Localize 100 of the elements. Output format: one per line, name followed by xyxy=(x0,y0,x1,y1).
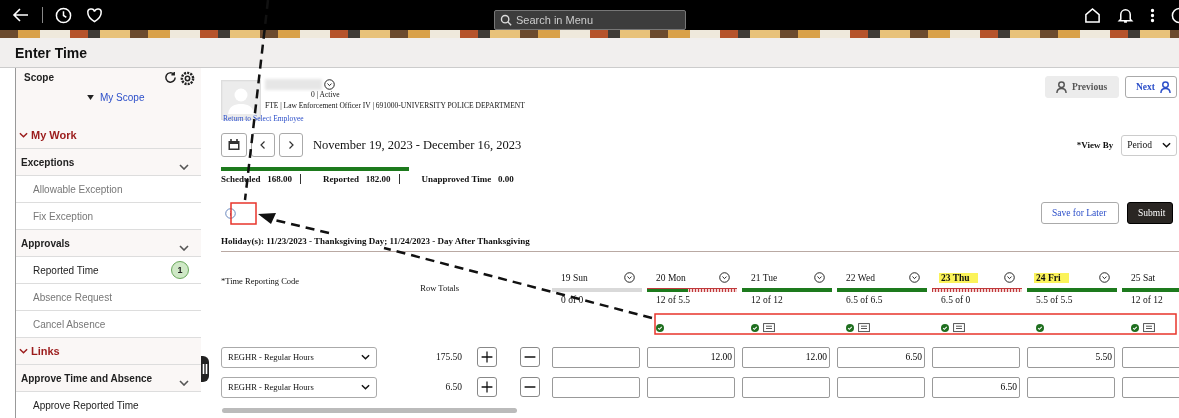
day-header: 24 Fri xyxy=(1034,272,1069,283)
day-header: 20 Mon xyxy=(655,272,687,283)
back-arrow-icon[interactable] xyxy=(12,6,30,24)
nav-item[interactable]: Reported Time 1 xyxy=(16,257,201,284)
column-header: Row Totals xyxy=(419,282,460,295)
info-icon[interactable] xyxy=(225,207,236,219)
chevron-circle-icon[interactable] xyxy=(1004,272,1015,283)
next-button[interactable]: Next xyxy=(1125,76,1177,98)
person-icon xyxy=(1160,80,1171,94)
chevron-icon xyxy=(361,384,370,390)
comment-icon[interactable] xyxy=(1143,322,1155,334)
save-button[interactable]: Save for Later xyxy=(1041,202,1119,224)
hours-field[interactable] xyxy=(932,346,1020,368)
nav-item[interactable]: Approve Reported Time xyxy=(16,392,201,418)
hours-count: 12 of 12 xyxy=(750,295,783,305)
hours-count: 12 of 5.5 xyxy=(655,295,691,305)
day-header: 25 Sat xyxy=(1130,272,1156,283)
chevron-icon xyxy=(19,132,28,138)
chevron-circle-icon[interactable] xyxy=(909,272,920,283)
chevron-icon xyxy=(19,348,28,354)
add-row-icon[interactable] xyxy=(477,347,497,367)
summary-stat: Reported 182.00 xyxy=(323,174,400,184)
hours-count: 6.5 of 0 xyxy=(940,295,971,305)
chevron-circle-icon[interactable] xyxy=(624,272,635,283)
settings-icon[interactable] xyxy=(180,71,195,86)
chevron-icon xyxy=(179,380,189,386)
scrollbar-thumb[interactable] xyxy=(222,408,517,413)
bell-icon[interactable] xyxy=(1117,6,1134,24)
calendar-icon[interactable] xyxy=(221,133,247,157)
clock-icon[interactable] xyxy=(55,6,72,24)
group-title: Exceptions xyxy=(21,157,75,168)
more-icon[interactable] xyxy=(1150,6,1155,24)
item-label: Fix Exception xyxy=(33,210,94,222)
comment-icon[interactable] xyxy=(953,322,965,334)
group-title: Approve Time and Absence xyxy=(21,373,153,384)
item-label: Cancel Absence xyxy=(33,318,106,330)
caret-icon xyxy=(87,95,94,100)
chevron-icon xyxy=(361,354,370,360)
pause-icon xyxy=(202,364,208,374)
section-header[interactable]: Links xyxy=(16,338,201,365)
day-header: 23 Thu xyxy=(939,272,978,283)
hours-field[interactable]: 6.50 xyxy=(932,376,1020,398)
hours-field[interactable] xyxy=(552,376,640,398)
section-header[interactable]: My Work xyxy=(16,122,201,149)
item-label: Reported Time xyxy=(33,264,99,276)
chevron-circle-icon[interactable] xyxy=(814,272,825,283)
chevron-icon xyxy=(179,164,189,170)
hours-field[interactable] xyxy=(837,376,925,398)
code-select[interactable]: REGHR - Regular Hours xyxy=(221,346,377,368)
hours-field[interactable] xyxy=(1027,376,1115,398)
add-row-icon[interactable] xyxy=(477,377,497,397)
summary-stat: Scheduled 168.00 xyxy=(221,174,301,184)
splitter-handle[interactable] xyxy=(201,356,209,382)
home-icon[interactable] xyxy=(1084,6,1101,24)
hours-field[interactable]: 5.50 xyxy=(1027,346,1115,368)
section-title: My Work xyxy=(31,129,77,141)
code-select[interactable]: REGHR - Regular Hours xyxy=(221,376,377,398)
hours-field[interactable]: 12.00 xyxy=(742,346,830,368)
remove-row-icon[interactable] xyxy=(520,377,540,397)
remove-row-icon[interactable] xyxy=(520,347,540,367)
day-header: 21 Tue xyxy=(750,272,779,283)
holiday-text: Holiday(s): 11/23/2023 - Thanksgiving Day; 11/24/2023 - Day After Thanksgiving xyxy=(221,236,531,246)
hours-count: 12 of 12 xyxy=(1130,295,1163,305)
hours-count: 5.5 of 5.5 xyxy=(1035,295,1073,305)
day-header: 22 Wed xyxy=(845,272,876,283)
chevron-icon xyxy=(179,245,189,251)
date-range: November 19, 2023 - December 16, 2023 xyxy=(313,137,522,153)
chevron-circle-icon[interactable] xyxy=(324,78,335,90)
hours-field[interactable]: 6.50 xyxy=(837,346,925,368)
heart-icon[interactable] xyxy=(86,6,103,24)
view-by-select[interactable]: Period xyxy=(1121,134,1177,156)
count-badge: 1 xyxy=(171,261,189,279)
item-label: Approve Reported Time xyxy=(33,399,139,411)
column-header: *Time Reporting Code xyxy=(221,275,301,288)
chevron-circle-icon[interactable] xyxy=(1099,272,1110,283)
hours-field[interactable] xyxy=(742,376,830,398)
submit-button[interactable]: Submit xyxy=(1127,202,1173,224)
item-label: Absence Request xyxy=(33,291,112,303)
item-label: Allowable Exception xyxy=(33,183,123,195)
scope-link[interactable]: My Scope xyxy=(100,92,145,103)
hours-field[interactable] xyxy=(647,376,735,398)
hours-field[interactable]: 12.00 xyxy=(647,346,735,368)
view-by-label: *View By xyxy=(1076,140,1114,150)
scope-label: Scope xyxy=(24,72,54,85)
comment-icon[interactable] xyxy=(858,322,870,334)
chevron-icon xyxy=(1162,142,1171,148)
group-title: Approvals xyxy=(21,238,70,249)
search-field[interactable]: Search in Menu xyxy=(494,10,686,30)
highlight-frame xyxy=(230,202,257,225)
refresh-icon[interactable] xyxy=(164,71,177,84)
row-total: 6.50 xyxy=(444,382,463,392)
hours-field[interactable] xyxy=(552,346,640,368)
page-title: Enter Time xyxy=(15,44,88,61)
chevron-circle-icon[interactable] xyxy=(719,272,730,283)
hours-count: 6.5 of 6.5 xyxy=(845,295,883,305)
day-header: 19 Sun xyxy=(560,272,589,283)
row-total: 175.50 xyxy=(434,352,463,362)
chevron-left-icon[interactable] xyxy=(251,133,275,157)
redacted-name xyxy=(265,78,322,90)
comment-icon[interactable] xyxy=(763,322,775,334)
